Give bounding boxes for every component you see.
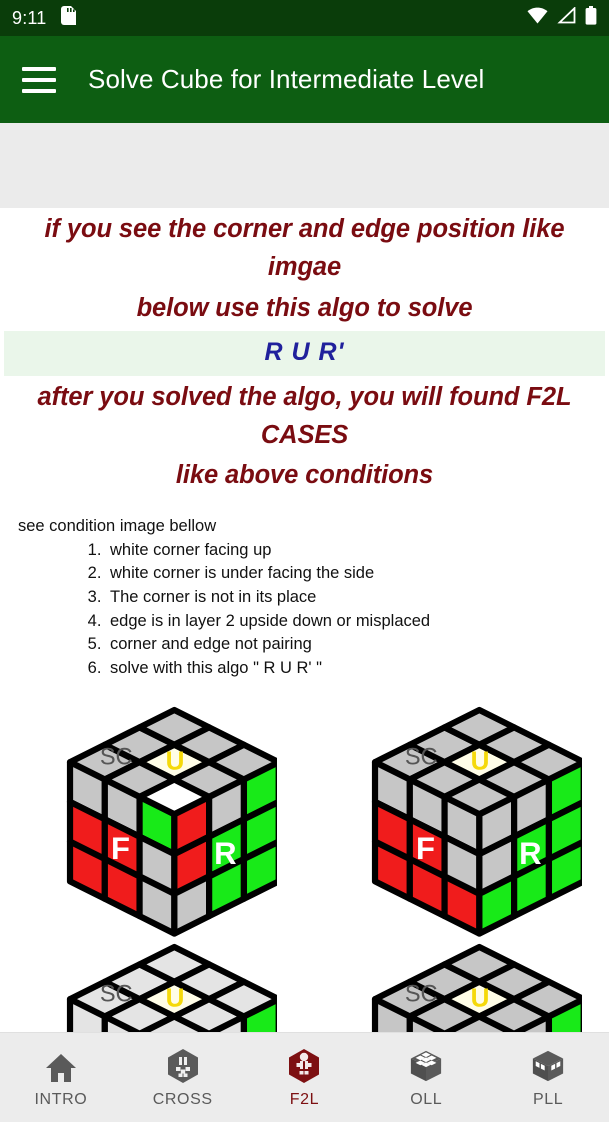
tab-oll-label: OLL: [410, 1091, 443, 1108]
list-item: white corner is under facing the side: [106, 562, 609, 586]
algorithm-box: R U R': [4, 330, 605, 376]
top-spacer-band: [0, 123, 609, 208]
f2l-cube-icon: [287, 1046, 321, 1084]
cube-top-label-u: U: [470, 746, 489, 776]
cube-top-label-u: U: [470, 982, 489, 1012]
tab-pll-label: PLL: [532, 1091, 564, 1108]
tab-f2l-label: F2L: [289, 1091, 320, 1108]
cube-case-3: SC U F R: [17, 942, 287, 1032]
cube-case-4: SC U F R: [322, 942, 592, 1032]
app-screen: 9:11 Solve Cube for Intermediate Level i…: [0, 0, 609, 1122]
wifi-icon: [527, 7, 548, 29]
status-bar: 9:11: [0, 0, 609, 36]
headline-line-2: below use this algo to solve: [136, 293, 473, 322]
bottom-navigation-bar: INTRO CROSS F2L OLL PLL: [0, 1032, 609, 1122]
cube-watermark: SC: [405, 981, 438, 1007]
tab-intro[interactable]: INTRO: [0, 1046, 122, 1109]
cell-signal-icon: [557, 6, 576, 29]
content-scroll-area[interactable]: if you see the corner and edge position …: [0, 123, 609, 1032]
list-item: solve with this algo " R U R' ": [106, 657, 609, 681]
cube-top-label-u: U: [166, 982, 185, 1012]
tab-pll[interactable]: PLL: [487, 1046, 609, 1109]
list-item: corner and edge not pairing: [106, 633, 609, 657]
algorithm-text: R U R': [264, 337, 345, 366]
cube-watermark: SC: [405, 745, 438, 771]
headline-line-4: like above conditions: [175, 461, 434, 490]
tab-oll[interactable]: OLL: [365, 1046, 487, 1109]
cube-right-label-r: R: [214, 836, 236, 871]
cross-cube-icon: [166, 1046, 200, 1084]
cube-watermark: SC: [100, 745, 133, 771]
tab-intro-label: INTRO: [34, 1091, 88, 1108]
pll-cube-icon: [531, 1046, 565, 1084]
battery-icon: [585, 6, 597, 30]
tab-cross[interactable]: CROSS: [122, 1046, 244, 1109]
cube-top-label-u: U: [166, 746, 185, 776]
cube-front-label-f: F: [111, 831, 130, 866]
sd-card-icon: [60, 6, 76, 30]
oll-cube-icon: [409, 1046, 443, 1084]
list-item: The corner is not in its place: [106, 586, 609, 610]
tab-f2l[interactable]: F2L: [244, 1046, 366, 1109]
conditions-list: white corner facing up white corner is u…: [106, 539, 609, 681]
cube-watermark: SC: [100, 981, 133, 1007]
home-icon: [44, 1046, 78, 1084]
conditions-intro: see condition image bellow: [18, 516, 217, 535]
cube-cases-grid: SC U F R SC U F R SC U SC U: [0, 698, 609, 1032]
app-bar: Solve Cube for Intermediate Level: [0, 36, 609, 123]
hamburger-menu-icon[interactable]: [22, 66, 56, 93]
cube-front-label-f: F: [416, 831, 435, 866]
tab-cross-label: CROSS: [152, 1091, 213, 1108]
page-title: Solve Cube for Intermediate Level: [88, 64, 485, 94]
cube-right-label-r: R: [519, 836, 541, 871]
list-item: white corner facing up: [106, 539, 609, 563]
headline-line-1: if you see the corner and edge position …: [44, 215, 565, 282]
cube-case-1: SC U F R: [17, 698, 287, 948]
status-bar-clock: 9:11: [12, 7, 47, 28]
list-item: edge is in layer 2 upside down or mispla…: [106, 610, 609, 634]
cube-case-2: SC U F R: [322, 698, 592, 948]
conditions-block: see condition image bellow white corner …: [0, 495, 609, 681]
headline-line-3: after you solved the algo, you will foun…: [37, 382, 572, 449]
